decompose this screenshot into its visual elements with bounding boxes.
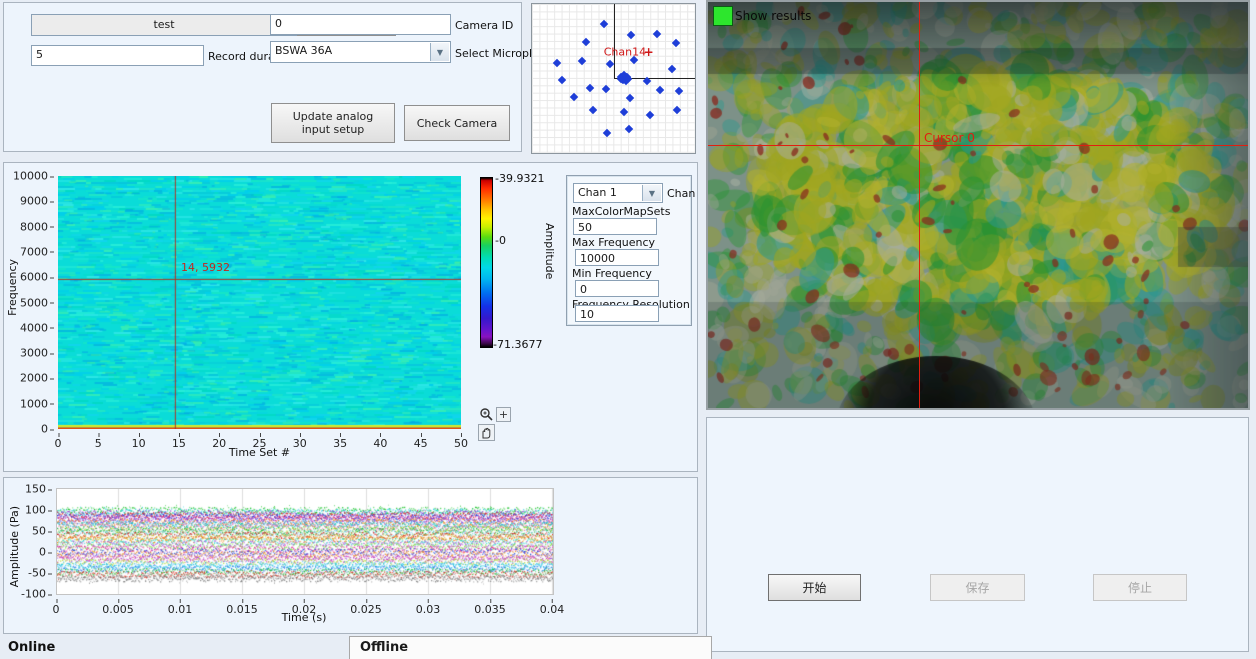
mic-dot: [600, 20, 608, 28]
mic-dot: [603, 129, 611, 137]
tick-label: 2000: [20, 372, 48, 385]
show-results-label: Show results: [735, 9, 811, 23]
tick-label: 100: [25, 504, 46, 517]
tick-label: 50: [32, 525, 46, 538]
waveform-panel: 150 100 50 0 -50 -100 00.0050.010.0150.020.02…: [3, 477, 698, 634]
mic-dot: [656, 86, 664, 94]
waveform-x-label: Time (s): [56, 611, 552, 624]
mic-dot: [558, 76, 566, 84]
zoom-tool-icon[interactable]: [478, 406, 495, 423]
status-online: Online: [8, 640, 55, 655]
waveform-y-label: Amplitude (Pa): [8, 506, 21, 587]
tick-label: 150: [25, 483, 46, 496]
stop-button[interactable]: 停止: [1093, 574, 1187, 601]
acoustic-camera-app: { "app": { "status_left": "Online", "sta…: [0, 0, 1256, 658]
mic-dot: [589, 106, 597, 114]
tick-label: 1000: [20, 397, 48, 410]
mic-array-dropdown[interactable]: BSWA 36A ▼: [270, 41, 451, 63]
mic-dot: [625, 94, 633, 102]
tick-label: 5000: [20, 296, 48, 309]
image-cursor-hline[interactable]: [708, 145, 1248, 146]
max-colormap-label: MaxColorMapSets: [572, 205, 670, 218]
mic-dot: [582, 38, 590, 46]
mic-dot: [668, 65, 676, 73]
array-axis-vertical: [614, 4, 615, 78]
start-button[interactable]: 开始: [768, 574, 861, 601]
spectrogram-cursor-readout: 14, 5932: [181, 261, 230, 274]
mic-dot: [645, 111, 653, 119]
status-offline-bar: Offline: [349, 636, 712, 659]
mic-dot: [586, 84, 594, 92]
mic-dot: [626, 31, 634, 39]
image-cursor-label: Cursor 0: [924, 131, 975, 145]
chevron-down-icon[interactable]: ▼: [430, 43, 449, 61]
tick-label: 9000: [20, 195, 48, 208]
channel-dropdown-value: Chan 1: [578, 186, 617, 199]
image-cursor-vline[interactable]: [919, 2, 920, 408]
chevron-down-icon[interactable]: ▼: [642, 185, 661, 201]
tick-label: 0: [39, 546, 46, 559]
beamform-overlay-image[interactable]: [708, 2, 1248, 408]
update-analog-input-button[interactable]: Update analog input setup: [271, 103, 395, 143]
tick-label: 3000: [20, 347, 48, 360]
min-frequency-field[interactable]: 0: [575, 280, 659, 297]
spectrogram-x-label: Time Set #: [58, 446, 461, 459]
max-frequency-label: Max Frequency: [572, 236, 655, 249]
mic-array-dropdown-value: BSWA 36A: [275, 44, 332, 57]
tick-label: 10000: [13, 170, 48, 183]
channel-dropdown[interactable]: Chan 1 ▼: [573, 183, 663, 203]
mic-dot: [652, 30, 660, 38]
setup-panel: test 新建 5 Record duration(s) 0 Camera ID…: [3, 2, 522, 152]
mic-dot: [624, 125, 632, 133]
colorbar-max-label: -39.9321: [495, 172, 544, 185]
mic-dot: [602, 85, 610, 93]
mic-dot: [675, 87, 683, 95]
mic-dot: [570, 93, 578, 101]
min-frequency-label: Min Frequency: [572, 267, 652, 280]
waveform-x-axis: 00.0050.010.0150.020.0250.030.0350.04: [56, 598, 552, 612]
mic-dot: [578, 57, 586, 65]
mic-dot: [606, 60, 614, 68]
pan-hand-tool-icon[interactable]: [478, 424, 495, 441]
spectrogram-x-axis: 05101520253035404550: [58, 432, 461, 446]
max-frequency-field[interactable]: 10000: [575, 249, 659, 266]
beamform-controls-box: Chan 1 ▼ Chan MaxColorMapSets 50 Max Fre…: [566, 175, 692, 326]
mic-dot: [672, 39, 680, 47]
spectrogram-plot[interactable]: [58, 176, 461, 429]
check-camera-button[interactable]: Check Camera: [404, 105, 510, 141]
record-duration-field[interactable]: 5: [31, 45, 204, 66]
tick-label: -100: [21, 588, 46, 601]
save-button[interactable]: 保存: [930, 574, 1025, 601]
tick-label: 7000: [20, 245, 48, 258]
show-results-checkbox[interactable]: [713, 6, 733, 26]
frequency-resolution-field[interactable]: 10: [575, 305, 659, 322]
camera-image-view[interactable]: Cursor 0 Show results: [706, 0, 1250, 410]
mic-dot: [553, 59, 561, 67]
channel-label: Chan: [667, 187, 695, 200]
tick-label: 4000: [20, 321, 48, 334]
amplitude-colorbar: [480, 177, 493, 348]
waveform-plot[interactable]: [56, 488, 554, 595]
tick-label: 0: [41, 423, 48, 436]
spectrogram-y-label: Frequency: [6, 259, 19, 316]
camera-id-field[interactable]: 0: [270, 14, 451, 35]
tick-label: -50: [28, 567, 46, 580]
mic-dot: [673, 106, 681, 114]
colorbar-axis-label: Amplitude: [543, 223, 556, 279]
colorbar-mid-label: -0: [495, 234, 506, 247]
array-cursor-label: Chan14: [604, 45, 646, 58]
tick-label: 6000: [20, 271, 48, 284]
action-panel: 开始 保存 停止: [706, 417, 1249, 652]
mic-array-plot[interactable]: + Chan14: [531, 3, 696, 154]
max-colormap-field[interactable]: 50: [573, 218, 657, 235]
mic-dot: [619, 108, 627, 116]
camera-id-label: Camera ID: [455, 19, 513, 32]
project-name-field[interactable]: test: [31, 14, 297, 36]
cursor-tool-icon[interactable]: +: [496, 407, 511, 422]
tick-label: 8000: [20, 220, 48, 233]
status-offline-label: Offline: [360, 640, 408, 655]
spectrogram-panel: 1000090008000700060005000400030002000100…: [3, 162, 698, 472]
colorbar-min-label: -71.3677: [493, 338, 542, 351]
